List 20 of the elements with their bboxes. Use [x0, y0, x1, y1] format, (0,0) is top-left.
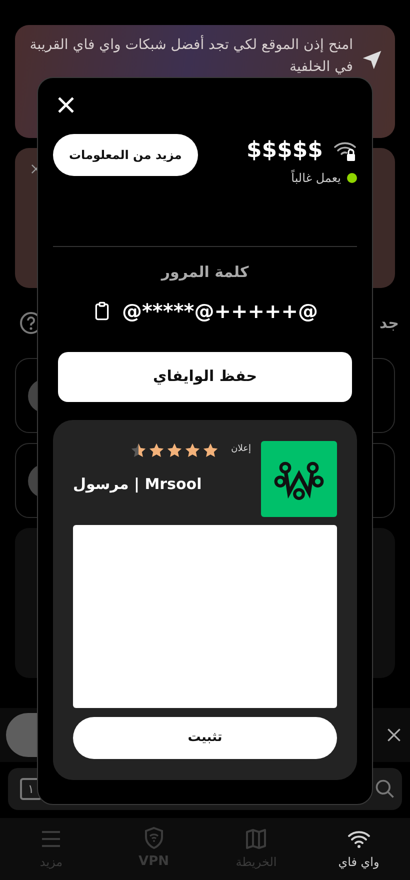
- nav-tab[interactable]: واي فاي: [308, 818, 410, 880]
- password-text: @*****@+++++@: [122, 298, 318, 324]
- save-wifi-button[interactable]: حفظ الوايفاي: [58, 352, 352, 402]
- ad-label: إعلان: [231, 443, 251, 456]
- more-info-button[interactable]: مزيد من المعلومات: [53, 134, 198, 176]
- star-icon: [166, 442, 184, 458]
- star-icon: [202, 442, 220, 458]
- section-heading: جد: [380, 312, 399, 334]
- app-name: مرسول | Mrsool: [73, 474, 203, 495]
- map-icon: [244, 827, 268, 851]
- star-icon: [148, 442, 166, 458]
- password-label: كلمة المرور: [161, 262, 249, 283]
- star-icon: [184, 442, 202, 458]
- half-star-icon: [130, 442, 148, 458]
- navigation-icon: [361, 49, 383, 71]
- network-name: $$$$$: [246, 137, 323, 165]
- search-icon: [374, 778, 396, 800]
- banner-text: امنح إذن الموقع لكي تجد أفضل شبكات واي فاي القريبة في الخلفية: [28, 35, 353, 77]
- install-button[interactable]: تثبيت: [73, 716, 337, 758]
- status-text: يعمل غالباً: [291, 169, 341, 187]
